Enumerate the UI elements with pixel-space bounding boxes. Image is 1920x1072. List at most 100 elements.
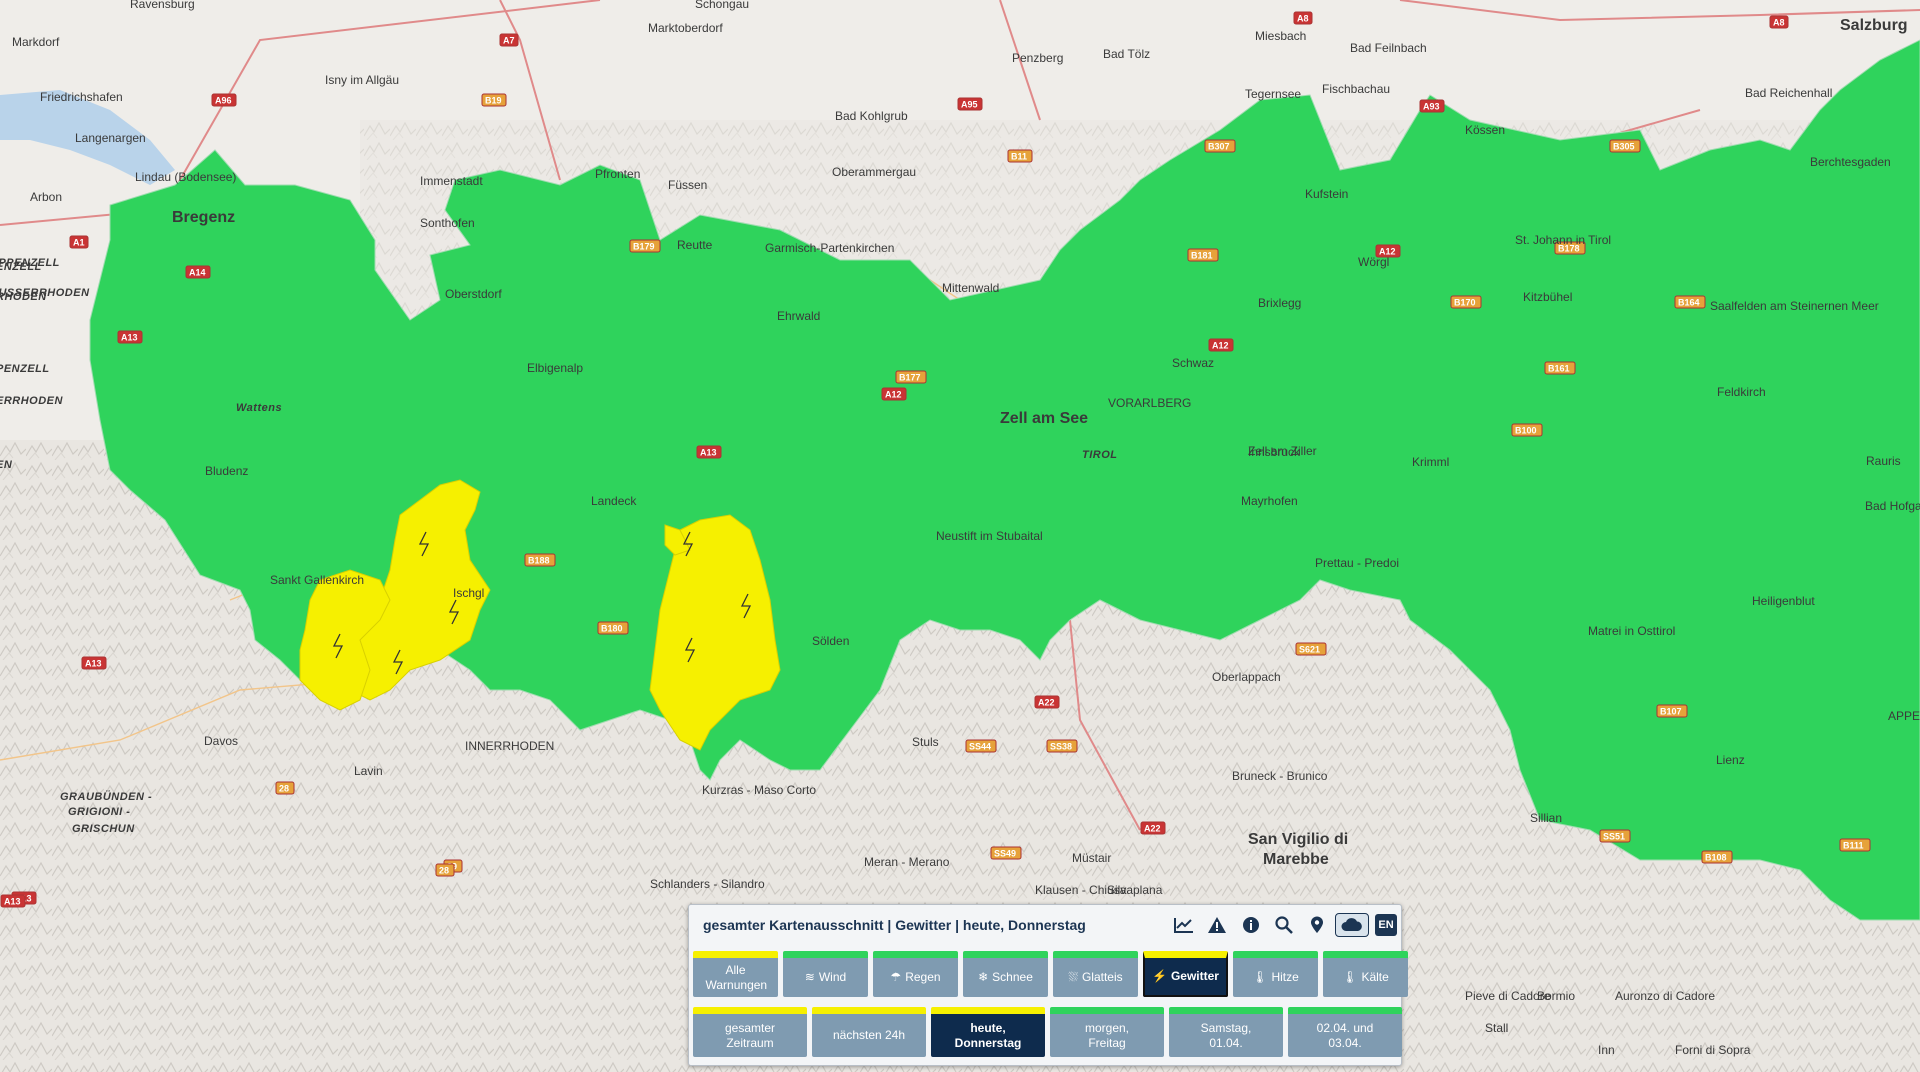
place-label: Saalfelden am Steinernen Meer	[1710, 299, 1879, 313]
type-button-wind[interactable]: ≋ Wind	[783, 951, 868, 997]
type-button-label: Hitze	[1271, 970, 1299, 984]
svg-text:B108: B108	[1705, 853, 1727, 863]
place-label: Krimml	[1412, 455, 1449, 469]
svg-text:B161: B161	[1548, 364, 1570, 374]
time-button-morgen-freitag[interactable]: morgen, Freitag	[1050, 1007, 1164, 1057]
svg-text:B307: B307	[1208, 142, 1230, 152]
type-button-alle-warnungen[interactable]: Alle Warnungen	[693, 951, 778, 997]
time-button-label: 02.04. und 03.04.	[1316, 1020, 1374, 1050]
time-button-label: nächsten 24h	[832, 1028, 906, 1042]
place-label: Reutte	[677, 238, 713, 252]
type-button-glatteis[interactable]: ⛆ Glatteis	[1053, 951, 1138, 997]
type-button-regen[interactable]: ☂ Regen	[873, 951, 958, 997]
road-shield: A12	[1208, 338, 1234, 352]
place-label: Bad Kohlgrub	[835, 109, 908, 123]
svg-text:B100: B100	[1515, 426, 1537, 436]
time-button-nächsten-24h[interactable]: nächsten 24h	[812, 1007, 926, 1057]
place-label: Kitzbühel	[1523, 290, 1572, 304]
road-shield: B179	[629, 239, 661, 253]
road-shield: A93	[1419, 99, 1445, 113]
place-label: Bad Reichenhall	[1745, 86, 1832, 100]
place-label: San Vigilio di	[1248, 831, 1348, 848]
place-label: Lienz	[1716, 753, 1745, 767]
kälte-icon: 🌡	[1342, 970, 1358, 984]
type-button-label: Regen	[905, 970, 941, 984]
cloud-icon[interactable]	[1335, 913, 1369, 937]
place-label: Stuls	[912, 735, 939, 749]
place-label: Miesbach	[1255, 29, 1306, 43]
place-label: Bad Hofgastein	[1865, 499, 1920, 513]
place-label: Pieve di Cadore	[1465, 989, 1551, 1003]
place-label: Stall	[1485, 1021, 1508, 1035]
road-shield: A1	[69, 235, 89, 249]
place-label: INNERRHODEN	[465, 739, 554, 753]
road-shield: A95	[957, 97, 983, 111]
place-label: Heiligenblut	[1752, 594, 1815, 608]
type-button-label: Schnee	[992, 970, 1033, 984]
road-shield: A7	[499, 33, 519, 47]
place-label: Forni di Sopra	[1675, 1043, 1751, 1057]
place-label: Immenstadt	[420, 174, 483, 188]
place-label: Landeck	[591, 494, 637, 508]
svg-text:A13: A13	[4, 897, 21, 907]
type-button-label: Gewitter	[1170, 969, 1219, 983]
place-label: Feldkirch	[1717, 385, 1766, 399]
place-label: Auronzo di Cadore	[1615, 989, 1715, 1003]
time-button-label: morgen, Freitag	[1084, 1020, 1130, 1050]
road-shield: B100	[1511, 423, 1543, 437]
svg-text:A13: A13	[700, 448, 717, 458]
location-icon[interactable]	[1305, 914, 1329, 936]
road-shield: A14	[185, 265, 211, 279]
road-shield: B177	[895, 370, 927, 384]
place-label: Kurzras - Maso Corto	[702, 783, 816, 797]
road-shield: SS51	[1599, 829, 1631, 843]
type-button-schnee[interactable]: ❄ Schnee	[963, 951, 1048, 997]
time-button-gesamter-zeitraum[interactable]: gesamter Zeitraum	[693, 1007, 807, 1057]
svg-text:A12: A12	[885, 390, 902, 400]
place-label: Inn	[1598, 1043, 1615, 1057]
partial-region-label: RHODEN	[0, 291, 47, 303]
zoom-icon[interactable]	[1272, 914, 1296, 936]
place-label: Isny im Allgäu	[325, 73, 399, 87]
place-label: Matrei in Osttirol	[1588, 624, 1675, 638]
place-label: Marebbe	[1263, 851, 1329, 868]
place-label: Zell am See	[1000, 410, 1088, 427]
road-shield: A22	[1140, 821, 1166, 835]
time-button-samstag-01-04[interactable]: Samstag, 01.04.	[1169, 1007, 1283, 1057]
time-button-heute-donnerstag[interactable]: heute, Donnerstag	[931, 1007, 1045, 1057]
svg-text:B164: B164	[1678, 298, 1700, 308]
chart-icon[interactable]	[1172, 914, 1196, 936]
type-button-hitze[interactable]: 🌡 Hitze	[1233, 951, 1318, 997]
svg-text:B170: B170	[1454, 298, 1476, 308]
svg-text:A14: A14	[189, 268, 206, 278]
place-label: APPENZELL	[1888, 709, 1920, 723]
place-label: Elbigenalp	[527, 361, 583, 375]
road-shield: A13	[696, 445, 722, 459]
svg-text:A7: A7	[503, 36, 515, 46]
road-shield: 28	[435, 863, 455, 877]
type-button-kälte[interactable]: 🌡 Kälte	[1323, 951, 1408, 997]
place-label: GRAUBÜNDEN -	[60, 790, 152, 803]
place-label: Kufstein	[1305, 187, 1348, 201]
svg-text:B11: B11	[1011, 152, 1027, 162]
warning-icon[interactable]	[1205, 914, 1229, 936]
place-label: Davos	[204, 734, 238, 748]
place-label: Salzburg	[1840, 17, 1908, 34]
place-label: Rauris	[1866, 454, 1901, 468]
place-label: Ischgl	[453, 586, 484, 600]
place-label: Prettau - Predoi	[1315, 556, 1399, 570]
svg-text:SS51: SS51	[1603, 832, 1625, 842]
road-shield: A13	[81, 656, 107, 670]
svg-text:B19: B19	[485, 96, 502, 106]
info-icon[interactable]	[1239, 914, 1263, 936]
time-button-02-04-und-03-04[interactable]: 02.04. und 03.04.	[1288, 1007, 1402, 1057]
place-label: Oberlappach	[1212, 670, 1281, 684]
place-label: Ehrwald	[777, 309, 820, 323]
place-label: Bludenz	[205, 464, 248, 478]
place-label: Bad Tölz	[1103, 47, 1150, 61]
svg-text:A93: A93	[1423, 102, 1440, 112]
road-shield: A13	[117, 330, 143, 344]
language-button[interactable]: EN	[1375, 914, 1397, 936]
road-shield: B108	[1701, 850, 1733, 864]
type-button-gewitter[interactable]: ⚡ Gewitter	[1143, 951, 1228, 997]
